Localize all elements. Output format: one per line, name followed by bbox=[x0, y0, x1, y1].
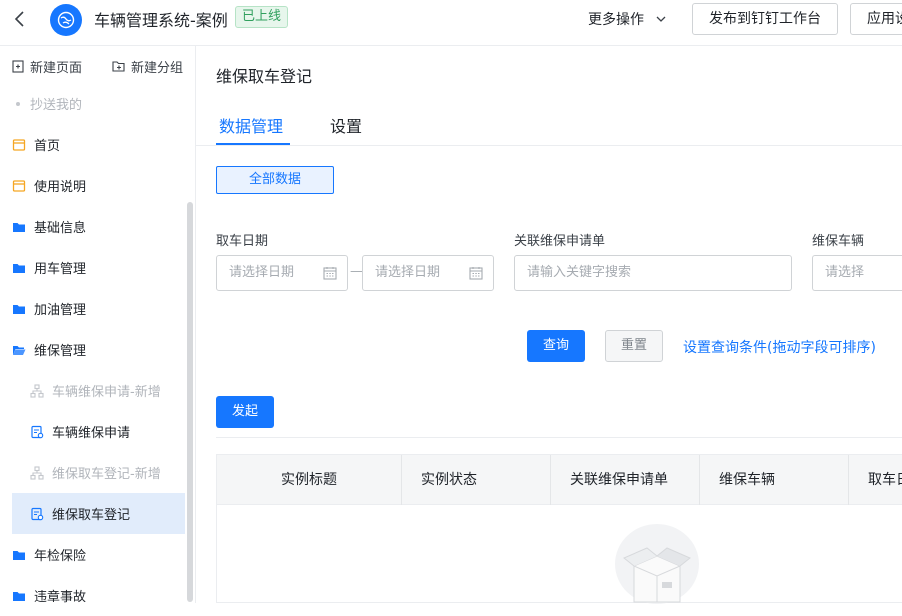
related-request-label: 关联维保申请单 bbox=[514, 234, 606, 249]
sidebar-item-label: 车辆维保申请-新增 bbox=[52, 385, 161, 400]
sidebar-item-fuel[interactable]: 加油管理 bbox=[0, 288, 186, 329]
sidebar-item-label: 车辆维保申请 bbox=[52, 426, 131, 441]
sidebar-item-label: 用车管理 bbox=[34, 262, 87, 277]
form-icon bbox=[31, 425, 44, 438]
related-request-input[interactable]: 请输入关键字搜索 bbox=[514, 255, 792, 291]
pickup-date-start-field[interactable]: 请选择日期 bbox=[216, 255, 348, 291]
data-table: 实例标题 实例状态 关联维保申请单 维保车辆 取车日 bbox=[216, 454, 902, 603]
page-icon bbox=[12, 179, 26, 192]
status-badge: 已上线 bbox=[235, 6, 289, 28]
sidebar-item-home[interactable]: 首页 bbox=[0, 124, 186, 165]
vehicle-label: 维保车辆 bbox=[812, 234, 865, 249]
new-page-button[interactable]: 新建页面 bbox=[12, 57, 82, 76]
sidebar-item-label: 维保取车登记-新增 bbox=[52, 467, 161, 482]
active-tab-indicator bbox=[216, 143, 290, 145]
new-page-label: 新建页面 bbox=[30, 61, 83, 76]
main-content: 维保取车登记 数据管理 设置 全部数据 取车日期 请选择日期 — 请选择日期 关… bbox=[196, 46, 902, 604]
divider bbox=[216, 437, 902, 438]
empty-box-icon bbox=[602, 524, 712, 608]
column-header-status[interactable]: 实例状态 bbox=[402, 455, 551, 505]
column-header-pickup-date[interactable]: 取车日 bbox=[849, 455, 902, 505]
table-header-row: 实例标题 实例状态 关联维保申请单 维保车辆 取车日 bbox=[217, 455, 902, 505]
initiate-button[interactable]: 发起 bbox=[216, 396, 274, 428]
sidebar-item-label: 维保取车登记 bbox=[52, 508, 131, 523]
sidebar-item-label: 使用说明 bbox=[34, 180, 87, 195]
folder-icon bbox=[13, 550, 25, 560]
folder-icon bbox=[13, 222, 25, 232]
chevron-down-icon bbox=[656, 10, 666, 26]
page-icon bbox=[12, 138, 26, 151]
sidebar-item-label: 首页 bbox=[34, 139, 61, 154]
sidebar: 新建页面 新建分组 抄送我的 首页 使用说明 基础信息 用车管理 加油管理 维保… bbox=[0, 46, 196, 605]
dot-icon bbox=[16, 101, 20, 106]
sidebar-item-vehicle-use[interactable]: 用车管理 bbox=[0, 247, 186, 288]
folder-open-icon bbox=[13, 345, 26, 355]
folder-icon bbox=[13, 263, 25, 273]
new-group-icon bbox=[112, 61, 125, 72]
column-header-title[interactable]: 实例标题 bbox=[217, 455, 402, 505]
configure-query-link[interactable]: 设置查询条件(拖动字段可排序) bbox=[683, 337, 876, 357]
sidebar-item-violations[interactable]: 违章事故 bbox=[0, 575, 186, 616]
folder-icon bbox=[13, 304, 25, 314]
sidebar-item-maint-request[interactable]: 车辆维保申请 bbox=[0, 411, 186, 452]
sidebar-item-maint-request-new[interactable]: 车辆维保申请-新增 bbox=[0, 370, 186, 411]
sidebar-item-inspection[interactable]: 年检保险 bbox=[0, 534, 186, 575]
calendar-icon bbox=[469, 267, 483, 280]
flow-icon bbox=[30, 383, 44, 398]
column-header-related-request[interactable]: 关联维保申请单 bbox=[551, 455, 700, 505]
calendar-icon bbox=[323, 267, 337, 280]
pickup-date-label: 取车日期 bbox=[216, 234, 269, 249]
sidebar-item-pickup-new[interactable]: 维保取车登记-新增 bbox=[0, 452, 186, 493]
sidebar-item-label: 维保管理 bbox=[34, 344, 87, 359]
new-group-button[interactable]: 新建分组 bbox=[112, 57, 183, 76]
sidebar-item-maintenance[interactable]: 维保管理 bbox=[0, 329, 186, 370]
sidebar-item-label: 年检保险 bbox=[34, 549, 87, 564]
page-title: 维保取车登记 bbox=[216, 67, 313, 86]
app-title: 车辆管理系统-案例 bbox=[94, 11, 228, 30]
form-icon bbox=[31, 507, 44, 520]
tab-data-management[interactable]: 数据管理 bbox=[219, 113, 283, 137]
tab-bar: 数据管理 设置 bbox=[196, 99, 902, 146]
vehicle-select[interactable]: 请选择 bbox=[812, 255, 902, 291]
column-header-vehicle[interactable]: 维保车辆 bbox=[700, 455, 849, 505]
query-button[interactable]: 查询 bbox=[527, 330, 585, 362]
sidebar-item-label: 基础信息 bbox=[34, 221, 87, 236]
sidebar-item-instructions[interactable]: 使用说明 bbox=[0, 165, 186, 206]
reset-button[interactable]: 重置 bbox=[605, 330, 663, 362]
tab-settings[interactable]: 设置 bbox=[330, 113, 362, 137]
sidebar-item-cc-me[interactable]: 抄送我的 bbox=[0, 83, 186, 124]
more-operations-label: 更多操作 bbox=[588, 12, 644, 28]
app-logo-icon bbox=[50, 4, 82, 36]
folder-icon bbox=[13, 591, 25, 601]
top-bar: 车辆管理系统-案例 已上线 更多操作 发布到钉钉工作台 应用设 bbox=[0, 0, 902, 46]
more-operations-menu[interactable]: 更多操作 bbox=[588, 9, 666, 29]
sidebar-actions: 新建页面 新建分组 bbox=[0, 46, 196, 86]
new-group-label: 新建分组 bbox=[131, 61, 184, 76]
sidebar-item-pickup[interactable]: 维保取车登记 bbox=[12, 493, 185, 534]
all-data-button[interactable]: 全部数据 bbox=[216, 166, 334, 194]
back-arrow-icon[interactable] bbox=[10, 9, 30, 29]
new-page-icon bbox=[12, 60, 24, 73]
sidebar-item-label: 违章事故 bbox=[34, 590, 87, 605]
publish-to-dingtalk-button[interactable]: 发布到钉钉工作台 bbox=[692, 3, 838, 35]
sidebar-scrollbar[interactable] bbox=[187, 202, 193, 602]
sidebar-item-label: 加油管理 bbox=[34, 303, 87, 318]
date-end-placeholder: 请选择日期 bbox=[375, 265, 441, 280]
sidebar-item-label: 抄送我的 bbox=[30, 98, 83, 113]
pickup-date-end-field[interactable]: 请选择日期 bbox=[362, 255, 494, 291]
app-settings-button[interactable]: 应用设 bbox=[850, 3, 902, 35]
date-start-placeholder: 请选择日期 bbox=[229, 265, 295, 280]
flow-icon bbox=[30, 465, 44, 480]
sidebar-item-basic-info[interactable]: 基础信息 bbox=[0, 206, 186, 247]
